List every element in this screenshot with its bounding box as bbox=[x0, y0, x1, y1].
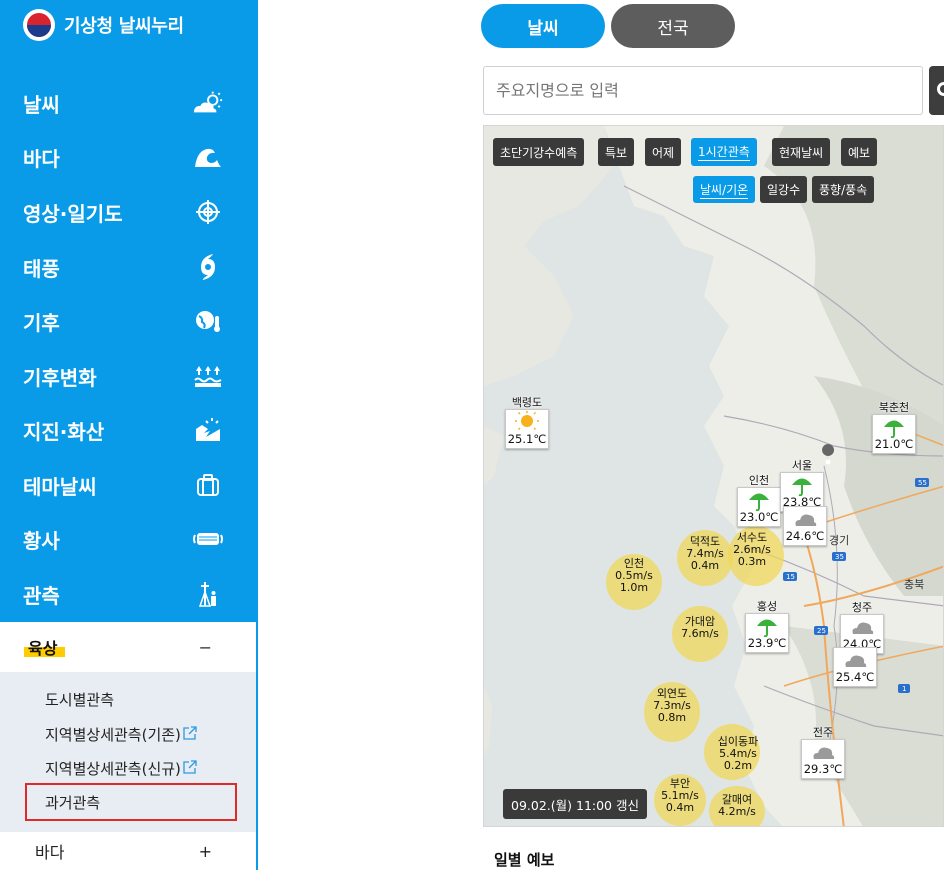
umbrella-icon bbox=[884, 420, 904, 438]
sidebar-item-satellite[interactable]: 영상·일기도 bbox=[0, 185, 256, 239]
umbrella-icon bbox=[749, 493, 769, 511]
sub-item-regional-detail-new[interactable]: 지역별상세관측(신규) bbox=[45, 758, 197, 779]
sidebar-item-weather[interactable]: 날씨 bbox=[0, 76, 256, 130]
svg-text:1: 1 bbox=[902, 685, 906, 693]
svg-text:15: 15 bbox=[786, 573, 795, 581]
station-card[interactable]: 24.6℃ bbox=[783, 506, 827, 546]
wave-icon bbox=[192, 141, 224, 173]
map-btn-forecast[interactable]: 예보 bbox=[841, 138, 878, 166]
cloud-icon bbox=[813, 747, 835, 759]
sub-item-past-observation[interactable]: 과거관측 bbox=[25, 783, 237, 821]
daily-forecast-title: 일별 예보 bbox=[494, 851, 555, 869]
station-card[interactable]: 전주 29.3℃ bbox=[801, 726, 845, 779]
wind-station: 외연도 7.3m/s 0.8m bbox=[653, 687, 691, 724]
expand-toggle[interactable]: + bbox=[199, 842, 212, 861]
observation-tower-icon bbox=[192, 578, 224, 610]
typhoon-icon bbox=[192, 251, 224, 283]
earthquake-icon bbox=[192, 414, 224, 446]
svg-text:충북: 충북 bbox=[904, 578, 924, 591]
wind-station: 덕적도 7.4m/s 0.4m bbox=[686, 535, 724, 572]
sidebar: 기상청 날씨누리 날씨 바다 영상·일기도 태풍 기후 기후변화 지진·화산 테… bbox=[0, 0, 258, 870]
station-card[interactable]: 25.4℃ bbox=[833, 647, 877, 687]
cloud-icon bbox=[795, 514, 817, 526]
collapse-toggle[interactable]: − bbox=[199, 638, 212, 657]
svg-text:25: 25 bbox=[817, 627, 826, 635]
globe-thermometer-icon bbox=[192, 305, 224, 337]
sub-section-sea[interactable]: 바다 + bbox=[0, 832, 256, 870]
station-card[interactable]: 서울 23.8℃ bbox=[780, 459, 824, 512]
tab-weather[interactable]: 날씨 bbox=[481, 4, 605, 48]
weather-icon bbox=[192, 87, 224, 119]
sub-section-sea-title: 바다 bbox=[35, 843, 65, 862]
sun-icon bbox=[515, 411, 539, 431]
svg-text:35: 35 bbox=[835, 553, 844, 561]
station-card[interactable]: 백령도 25.1℃ bbox=[505, 396, 549, 449]
search-input[interactable] bbox=[483, 66, 923, 115]
external-link-icon bbox=[183, 759, 197, 778]
map-btn-warning[interactable]: 특보 bbox=[598, 138, 635, 166]
external-link-icon bbox=[183, 725, 197, 744]
suitcase-icon bbox=[192, 469, 224, 501]
wind-station: 인천 0.5m/s 1.0m bbox=[615, 557, 653, 594]
wind-station: 부안 5.1m/s 0.4m bbox=[661, 777, 699, 814]
sub-section-land[interactable]: 육상 − bbox=[0, 622, 256, 672]
search-icon bbox=[937, 82, 944, 96]
map-btn-daily-precip[interactable]: 일강수 bbox=[760, 176, 808, 203]
satellite-icon bbox=[192, 196, 224, 228]
station-card[interactable]: 북춘천 21.0℃ bbox=[872, 401, 916, 454]
tab-national[interactable]: 전국 bbox=[611, 4, 735, 48]
sidebar-item-typhoon[interactable]: 태풍 bbox=[0, 240, 256, 294]
svg-text:55: 55 bbox=[918, 479, 927, 487]
cloud-icon bbox=[845, 655, 867, 667]
sub-section-title: 육상 bbox=[24, 635, 66, 659]
sea-level-icon bbox=[192, 360, 224, 392]
sidebar-item-yellow-dust[interactable]: 황사 bbox=[0, 512, 256, 566]
app-title: 기상청 날씨누리 bbox=[64, 16, 184, 37]
weather-map[interactable]: 15 25 35 55 1 경기 충북 초단기강수예측 특보 어제 1시간관측 … bbox=[483, 125, 944, 827]
kma-emblem-icon bbox=[23, 9, 55, 41]
sub-item-regional-detail-old[interactable]: 지역별상세관측(기존) bbox=[45, 724, 197, 745]
update-timestamp: 09.02.(월) 11:00 갱신 bbox=[503, 789, 647, 819]
map-btn-hourly-obs[interactable]: 1시간관측 bbox=[691, 138, 757, 166]
sub-item-city-observation[interactable]: 도시별관측 bbox=[45, 689, 114, 710]
umbrella-icon bbox=[757, 619, 777, 637]
wind-station: 십이동파 5.4m/s 0.2m bbox=[717, 735, 759, 772]
map-btn-current-weather[interactable]: 현재날씨 bbox=[772, 138, 831, 166]
map-btn-weather-temp[interactable]: 날씨/기온 bbox=[693, 176, 756, 203]
logo[interactable]: 기상청 날씨누리 bbox=[23, 9, 184, 41]
wind-station: 가대암 7.6m/s bbox=[681, 615, 719, 640]
mask-icon bbox=[192, 523, 224, 555]
map-btn-yesterday[interactable]: 어제 bbox=[645, 138, 682, 166]
sidebar-item-earthquake[interactable]: 지진·화산 bbox=[0, 403, 256, 457]
wind-station: 서수도 2.6m/s 0.3m bbox=[733, 531, 771, 568]
sub-menu-list: 도시별관측 지역별상세관측(기존) 지역별상세관측(신규) 과거관측 bbox=[0, 672, 256, 832]
map-btn-nowcast[interactable]: 초단기강수예측 bbox=[493, 138, 585, 166]
cloud-icon bbox=[852, 622, 874, 634]
sidebar-item-theme-weather[interactable]: 테마날씨 bbox=[0, 458, 256, 512]
wind-station: 갈매여 4.2m/s bbox=[718, 793, 756, 818]
map-btn-wind[interactable]: 풍향/풍속 bbox=[812, 176, 875, 203]
sidebar-item-climate-change[interactable]: 기후변화 bbox=[0, 349, 256, 403]
svg-text:경기: 경기 bbox=[829, 534, 849, 547]
station-card[interactable]: 홍성 23.9℃ bbox=[745, 600, 789, 653]
map-base: 15 25 35 55 1 경기 충북 bbox=[484, 126, 943, 826]
sidebar-main-menu: 기상청 날씨누리 날씨 바다 영상·일기도 태풍 기후 기후변화 지진·화산 테… bbox=[0, 0, 256, 622]
sidebar-item-observation[interactable]: 관측 bbox=[0, 567, 256, 621]
search-button[interactable] bbox=[929, 66, 944, 115]
sidebar-item-sea[interactable]: 바다 bbox=[0, 130, 256, 184]
sidebar-item-climate[interactable]: 기후 bbox=[0, 294, 256, 348]
umbrella-icon bbox=[792, 478, 812, 496]
station-card[interactable]: 인천 23.0℃ bbox=[737, 474, 781, 527]
